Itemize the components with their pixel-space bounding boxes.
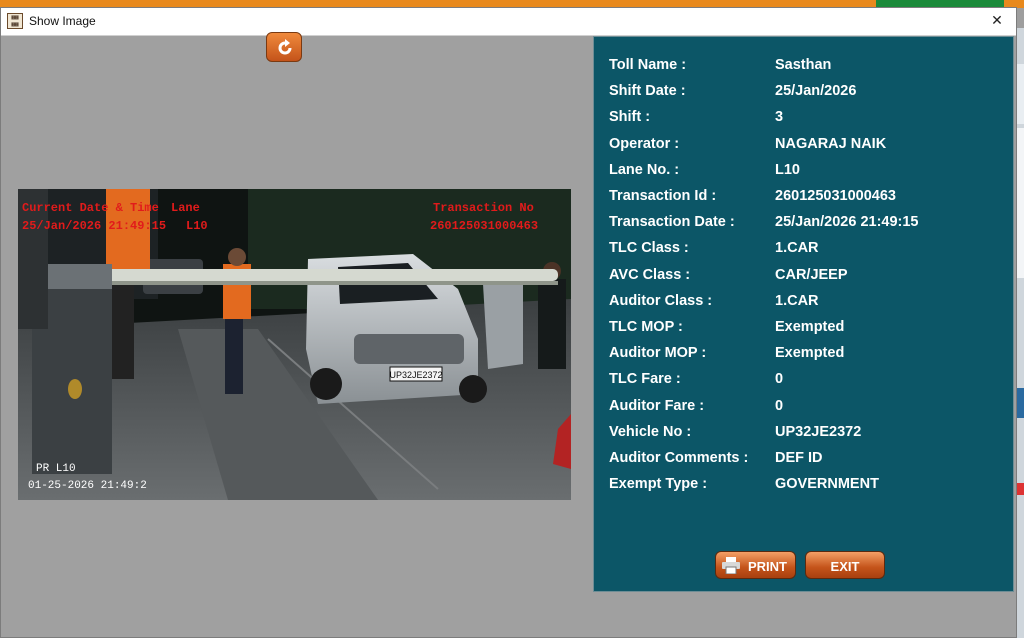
- detail-value: Exempted: [775, 319, 845, 335]
- overlay-lane-header: Lane: [171, 201, 200, 215]
- detail-value: CAR/JEEP: [775, 266, 848, 283]
- print-button[interactable]: PRINT: [715, 551, 796, 579]
- detail-value: 260125031000463: [775, 188, 896, 204]
- detail-row: Vehicle No : UP32JE2372: [609, 424, 1009, 444]
- detail-label: Transaction Date :: [609, 214, 735, 231]
- detail-value: DEF ID: [775, 450, 823, 466]
- overlay-transaction-header: Transaction No: [433, 201, 534, 215]
- detail-row: Shift Date : 25/Jan/2026: [609, 83, 1009, 103]
- detail-label: TLC MOP :: [609, 319, 683, 335]
- detail-row: Operator : NAGARAJ NAIK: [609, 136, 1009, 156]
- background-window-edge: [1016, 28, 1024, 638]
- detail-value: 1.CAR: [775, 292, 819, 309]
- detail-row: Shift : 3: [609, 109, 1009, 129]
- detail-value: 25/Jan/2026: [775, 83, 857, 100]
- detail-label: Shift Date :: [609, 83, 686, 100]
- detail-row: Auditor Class : 1.CAR: [609, 293, 1009, 313]
- overlay-datetime-header: Current Date & Time: [22, 201, 159, 215]
- detail-row: Transaction Date : 25/Jan/2026 21:49:15: [609, 214, 1009, 234]
- overlay-datetime-value: 25/Jan/2026 21:49:15: [22, 219, 167, 233]
- overlay-transaction-value: 260125031000463: [430, 219, 539, 233]
- camera-label: PR L10: [36, 463, 76, 475]
- detail-label: Transaction Id :: [609, 188, 717, 204]
- detail-value: 0: [775, 397, 784, 414]
- detail-row: Auditor MOP : Exempted: [609, 345, 1009, 365]
- detail-label: Exempt Type :: [609, 476, 708, 493]
- detail-row: Auditor Fare : 0: [609, 398, 1009, 418]
- detail-label: Auditor Comments :: [609, 450, 749, 466]
- detail-value: L10: [775, 161, 800, 178]
- detail-value: Exempted: [775, 345, 845, 362]
- printer-icon: [722, 557, 740, 574]
- detail-label: TLC Class :: [609, 240, 689, 257]
- detail-value: UP32JE2372: [775, 423, 862, 440]
- detail-value: 0: [775, 371, 784, 388]
- detail-label: Toll Name :: [609, 57, 687, 73]
- app-logo-icon: ▦▦ ▦▦: [7, 13, 23, 29]
- detail-value: Sasthan: [775, 57, 832, 73]
- detail-label: Auditor Class :: [609, 292, 713, 309]
- plate-text: UP32JE2372: [389, 370, 442, 380]
- detail-value: NAGARAJ NAIK: [775, 135, 887, 152]
- close-button[interactable]: ✕: [984, 10, 1010, 32]
- detail-row: TLC Class : 1.CAR: [609, 240, 1009, 260]
- window-title: Show Image: [29, 14, 96, 28]
- refresh-icon: [278, 39, 292, 55]
- camera-timestamp: 01-25-2026 21:49:2: [28, 480, 147, 492]
- detail-row: Auditor Comments : DEF ID: [609, 450, 1009, 470]
- toll-lane-photo: UP32JE2372: [18, 189, 571, 500]
- detail-label: Operator :: [609, 135, 680, 152]
- overlay-lane-value: L10: [186, 219, 208, 233]
- vehicle-capture-image: UP32JE2372 Current Date & Time Lane 25/J…: [18, 189, 571, 500]
- detail-row: Exempt Type : GOVERNMENT: [609, 476, 1009, 496]
- exit-button-label: EXIT: [830, 559, 860, 574]
- detail-row: Transaction Id : 260125031000463: [609, 188, 1009, 208]
- detail-row: TLC Fare : 0: [609, 371, 1009, 391]
- detail-row: Toll Name : Sasthan: [609, 57, 1009, 77]
- detail-value: 3: [775, 109, 784, 126]
- detail-label: TLC Fare :: [609, 371, 681, 388]
- refresh-button[interactable]: [266, 32, 302, 62]
- detail-label: Shift :: [609, 109, 651, 126]
- exit-button[interactable]: EXIT: [805, 551, 885, 579]
- detail-label: Lane No. :: [609, 161, 680, 178]
- detail-row: AVC Class : CAR/JEEP: [609, 267, 1009, 287]
- detail-label: Auditor Fare :: [609, 397, 705, 414]
- detail-label: Auditor MOP :: [609, 345, 707, 362]
- detail-value: GOVERNMENT: [775, 476, 879, 493]
- detail-row: TLC MOP : Exempted: [609, 319, 1009, 339]
- print-button-label: PRINT: [748, 559, 787, 574]
- detail-label: Vehicle No :: [609, 423, 692, 440]
- detail-row: Lane No. : L10: [609, 162, 1009, 182]
- title-bar: ▦▦ ▦▦ Show Image ✕: [1, 8, 1016, 36]
- detail-label: AVC Class :: [609, 266, 691, 283]
- transaction-details-panel: Toll Name : Sasthan Shift Date : 25/Jan/202…: [593, 36, 1014, 592]
- detail-value: 25/Jan/2026 21:49:15: [775, 214, 919, 231]
- detail-value: 1.CAR: [775, 240, 819, 257]
